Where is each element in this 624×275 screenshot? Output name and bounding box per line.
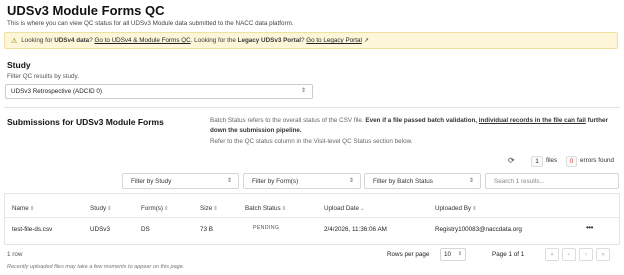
- study-description: Filter QC results by study.: [7, 73, 79, 80]
- submissions-table: [4, 193, 620, 245]
- sort-icon: ⇕: [107, 206, 112, 212]
- chevron-updown-icon: ⇕: [348, 178, 354, 184]
- prev-page-button[interactable]: ‹: [562, 248, 576, 261]
- double-chevron-right-icon: »: [601, 251, 605, 258]
- cell-uploaded-by: Registry100083@naccdata.org: [435, 226, 522, 233]
- double-chevron-left-icon: «: [550, 251, 554, 258]
- section-divider: [4, 107, 620, 108]
- chevron-updown-icon: ⇕: [457, 251, 462, 257]
- page-subtitle: This is where you can view QC status for…: [7, 20, 294, 27]
- legacy-portal-link[interactable]: Go to Legacy Portal: [306, 37, 362, 44]
- errors-count-badge: 0: [566, 156, 577, 167]
- batch-status-note: Batch Status refers to the overall statu…: [210, 117, 608, 145]
- chevron-updown-icon: ⇕: [300, 88, 306, 94]
- column-header-study[interactable]: Study⇕: [90, 205, 112, 212]
- first-page-button[interactable]: «: [545, 248, 559, 261]
- errors-count-label: errors found: [580, 157, 614, 164]
- info-banner: ⚠ Looking for UDSv4 data? Go to UDSv4 & …: [4, 32, 618, 49]
- files-count-label: files: [546, 157, 558, 164]
- external-link-icon: ↗: [363, 38, 369, 44]
- column-header-uploaded-by[interactable]: Uploaded By⇕: [435, 205, 477, 212]
- warning-icon: ⚠: [11, 37, 18, 45]
- row-count: 1 row: [7, 251, 23, 258]
- last-page-button[interactable]: »: [596, 248, 610, 261]
- next-page-button[interactable]: ›: [579, 248, 593, 261]
- rows-per-page-label: Rows per page: [387, 251, 430, 258]
- page-title: UDSv3 Module Forms QC: [7, 3, 165, 18]
- column-header-size[interactable]: Size⇕: [200, 205, 218, 212]
- column-header-batch-status[interactable]: Batch Status⇕: [245, 205, 286, 212]
- filter-batch-status-select[interactable]: Filter by Batch Status ⇕: [364, 173, 481, 189]
- sort-icon: ⇕: [164, 206, 169, 212]
- chevron-right-icon: ›: [585, 251, 587, 258]
- chevron-left-icon: ‹: [568, 251, 570, 258]
- study-heading: Study: [7, 60, 31, 70]
- sort-icon: ⇕: [472, 206, 477, 212]
- column-header-upload-date[interactable]: Upload Date⌄: [324, 205, 365, 212]
- sort-icon: ⇕: [29, 206, 35, 212]
- upload-delay-note: Recently uploaded files may take a few m…: [7, 264, 185, 270]
- sort-desc-icon: ⌄: [360, 206, 365, 212]
- sort-icon: ⇕: [213, 206, 218, 212]
- sort-icon: ⇕: [281, 206, 287, 212]
- filter-forms-select[interactable]: Filter by Form(s) ⇕: [243, 173, 361, 189]
- search-input[interactable]: Search 1 results...: [485, 173, 619, 189]
- page-indicator: Page 1 of 1: [492, 251, 525, 258]
- cell-name: test-file-ds.csv: [12, 226, 53, 233]
- cell-upload-date: 2/4/2026, 11:36:06 AM: [324, 226, 387, 233]
- column-header-forms[interactable]: Form(s)⇕: [141, 205, 169, 212]
- status-badge: PENDING: [253, 225, 280, 231]
- chevron-updown-icon: ⇕: [226, 178, 232, 184]
- submissions-heading: Submissions for UDSv3 Module Forms: [7, 117, 164, 127]
- row-actions-icon[interactable]: •••: [586, 223, 593, 232]
- cell-size: 73 B: [200, 226, 213, 233]
- study-select[interactable]: UDSv3 Retrospective (ADCID 0) ⇕: [5, 84, 313, 99]
- chevron-updown-icon: ⇕: [468, 178, 474, 184]
- cell-forms: DS: [141, 226, 150, 233]
- files-count-badge: 1: [531, 156, 543, 167]
- cell-study: UDSv3: [90, 226, 110, 233]
- udsv4-qc-link[interactable]: Go to UDSv4 & Module Forms QC: [94, 37, 190, 44]
- header-divider: [5, 217, 619, 218]
- rows-per-page-select[interactable]: 10 ⇕: [440, 248, 466, 261]
- filter-study-select[interactable]: Filter by Study ⇕: [122, 173, 239, 189]
- refresh-icon[interactable]: ⟳: [508, 156, 515, 165]
- column-header-name[interactable]: Name⇕: [12, 205, 34, 212]
